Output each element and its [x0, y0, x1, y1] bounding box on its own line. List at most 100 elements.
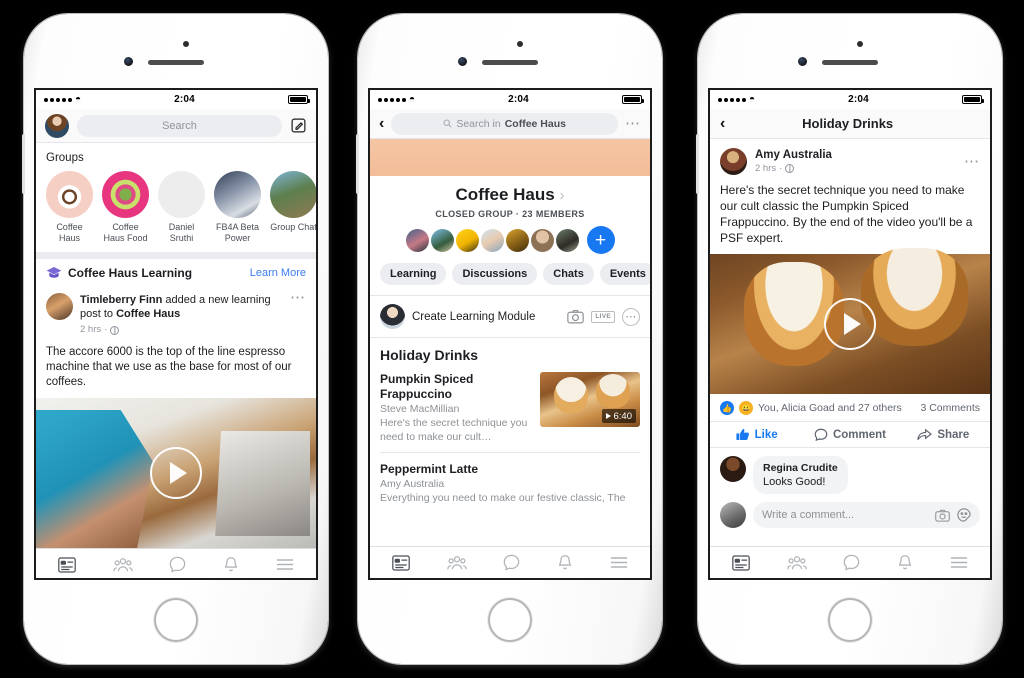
back-chevron-icon[interactable]: ‹: [379, 115, 384, 132]
bottom-tab-bar[interactable]: [370, 546, 650, 578]
bottom-tab-bar[interactable]: [710, 546, 990, 578]
messenger-icon[interactable]: [169, 556, 186, 573]
hamburger-menu-icon[interactable]: [276, 558, 294, 571]
list-item[interactable]: Pumpkin Spiced Frappuccino Steve MacMill…: [370, 370, 650, 452]
share-button[interactable]: Share: [897, 428, 990, 441]
sticker-icon[interactable]: [957, 508, 971, 522]
member-avatar[interactable]: [530, 228, 554, 252]
messenger-icon[interactable]: [843, 554, 860, 571]
comment-button[interactable]: Comment: [803, 428, 896, 441]
bottom-tab-bar[interactable]: [36, 548, 316, 578]
hamburger-menu-icon[interactable]: [610, 556, 628, 569]
friends-icon[interactable]: [447, 555, 467, 571]
compose-icon[interactable]: [290, 117, 307, 134]
groups-strip[interactable]: Coffee Haus Coffee Haus Food Daniel Srut…: [36, 171, 316, 252]
wifi-icon: ◓: [749, 93, 756, 105]
camera-icon[interactable]: [567, 309, 585, 324]
group-search-input[interactable]: Search in Coffee Haus: [391, 112, 618, 135]
group-members-row[interactable]: +: [370, 219, 650, 263]
play-button-icon[interactable]: [824, 298, 876, 350]
search-input[interactable]: Search: [77, 114, 282, 137]
iphone-device-1: ◓ 2:04 Search Groups Coffee Haus Coffee …: [22, 14, 328, 664]
camera-icon[interactable]: [935, 509, 950, 522]
member-avatar[interactable]: [430, 228, 454, 252]
group-tile[interactable]: Coffee Haus Food: [102, 171, 149, 244]
post-author-name[interactable]: Amy Australia: [755, 149, 956, 161]
comment-input[interactable]: Write a comment...: [753, 502, 980, 528]
learning-list-title: Holiday Drinks: [380, 347, 479, 363]
news-feed-icon[interactable]: [732, 554, 751, 571]
comment-count[interactable]: 3 Comments: [920, 402, 980, 414]
post-author-avatar[interactable]: [720, 148, 747, 175]
like-button[interactable]: Like: [710, 428, 803, 441]
add-member-button[interactable]: +: [586, 226, 615, 254]
wifi-icon: ◓: [75, 93, 82, 105]
learning-banner-title: Coffee Haus Learning: [68, 266, 193, 280]
tab-events[interactable]: Events: [599, 263, 650, 285]
user-avatar[interactable]: [380, 304, 405, 329]
notifications-bell-icon[interactable]: [557, 554, 573, 571]
notifications-bell-icon[interactable]: [223, 556, 239, 573]
member-avatar[interactable]: [555, 228, 579, 252]
friends-icon[interactable]: [113, 557, 133, 573]
notifications-bell-icon[interactable]: [897, 554, 913, 571]
tab-discussions[interactable]: Discussions: [452, 263, 538, 285]
tab-learning[interactable]: Learning: [380, 263, 447, 285]
create-module-prompt[interactable]: Create Learning Module: [412, 311, 560, 323]
chevron-right-icon: ›: [559, 187, 565, 204]
member-avatar[interactable]: [480, 228, 504, 252]
learning-banner: Coffee Haus Learning Learn More: [36, 259, 316, 287]
post-author-name[interactable]: Timleberry Finn: [80, 294, 162, 306]
member-avatar[interactable]: [505, 228, 529, 252]
group-tile[interactable]: Group Chat: [270, 171, 316, 244]
more-options-icon[interactable]: ⋯: [290, 290, 306, 305]
member-avatar[interactable]: [455, 228, 479, 252]
lesson-author: Steve MacMillian: [380, 403, 460, 415]
post-group-name[interactable]: Coffee Haus: [116, 308, 180, 320]
list-item[interactable]: Peppermint Latte Amy Australia Everythin…: [370, 453, 650, 513]
news-feed-icon[interactable]: [392, 554, 411, 571]
group-tile[interactable]: Daniel Sruthi: [158, 171, 205, 244]
post-action-bar[interactable]: Like Comment Share: [710, 421, 990, 448]
group-avatar-sketch: [158, 171, 205, 218]
comment-composer: Write a comment...: [710, 498, 990, 537]
friends-icon[interactable]: [787, 555, 807, 571]
haha-reaction-icon: 😀: [739, 401, 753, 415]
comment-input-placeholder: Write a comment...: [762, 509, 855, 521]
post-video-thumbnail[interactable]: [710, 248, 990, 394]
more-options-icon[interactable]: ⋯: [622, 307, 640, 326]
messenger-icon[interactable]: [503, 554, 520, 571]
home-button[interactable]: [488, 598, 532, 642]
create-module-composer[interactable]: Create Learning Module LIVE ⋯: [370, 295, 650, 338]
group-tabs[interactable]: Learning Discussions Chats Events: [370, 263, 650, 295]
reaction-summary-text[interactable]: You, Alicia Goad and 27 others: [758, 402, 915, 414]
post-video-thumbnail[interactable]: [36, 398, 316, 548]
reactions-row: 👍 😀 You, Alicia Goad and 27 others 3 Com…: [710, 394, 990, 421]
user-avatar[interactable]: [720, 502, 746, 528]
tab-chats[interactable]: Chats: [543, 263, 594, 285]
home-button[interactable]: [154, 598, 198, 642]
live-badge[interactable]: LIVE: [591, 310, 615, 323]
lesson-thumbnail[interactable]: 6:40: [540, 372, 640, 427]
group-title-text: Coffee Haus: [455, 185, 555, 204]
more-options-icon[interactable]: ⋯: [625, 116, 641, 131]
member-avatar[interactable]: [405, 228, 429, 252]
learn-more-link[interactable]: Learn More: [250, 267, 306, 279]
comment-bubble[interactable]: Regina Crudite Looks Good!: [753, 456, 848, 494]
post-author-avatar[interactable]: [46, 293, 73, 320]
home-button[interactable]: [828, 598, 872, 642]
share-arrow-icon: [917, 428, 933, 441]
search-prefix: Search in: [456, 117, 501, 130]
commenter-name[interactable]: Regina Crudite: [763, 461, 838, 475]
feed-separator: [36, 252, 316, 259]
play-button-icon[interactable]: [150, 447, 202, 499]
group-tile[interactable]: Coffee Haus: [46, 171, 93, 244]
comment-bubble-icon: [814, 428, 828, 441]
hamburger-menu-icon[interactable]: [950, 556, 968, 569]
group-tile[interactable]: FB4A Beta Power: [214, 171, 261, 244]
commenter-avatar[interactable]: [720, 456, 746, 482]
group-title[interactable]: Coffee Haus ›: [370, 176, 650, 205]
news-feed-icon[interactable]: [58, 556, 77, 573]
more-options-icon[interactable]: ⋯: [964, 154, 980, 169]
user-avatar[interactable]: [45, 113, 69, 138]
